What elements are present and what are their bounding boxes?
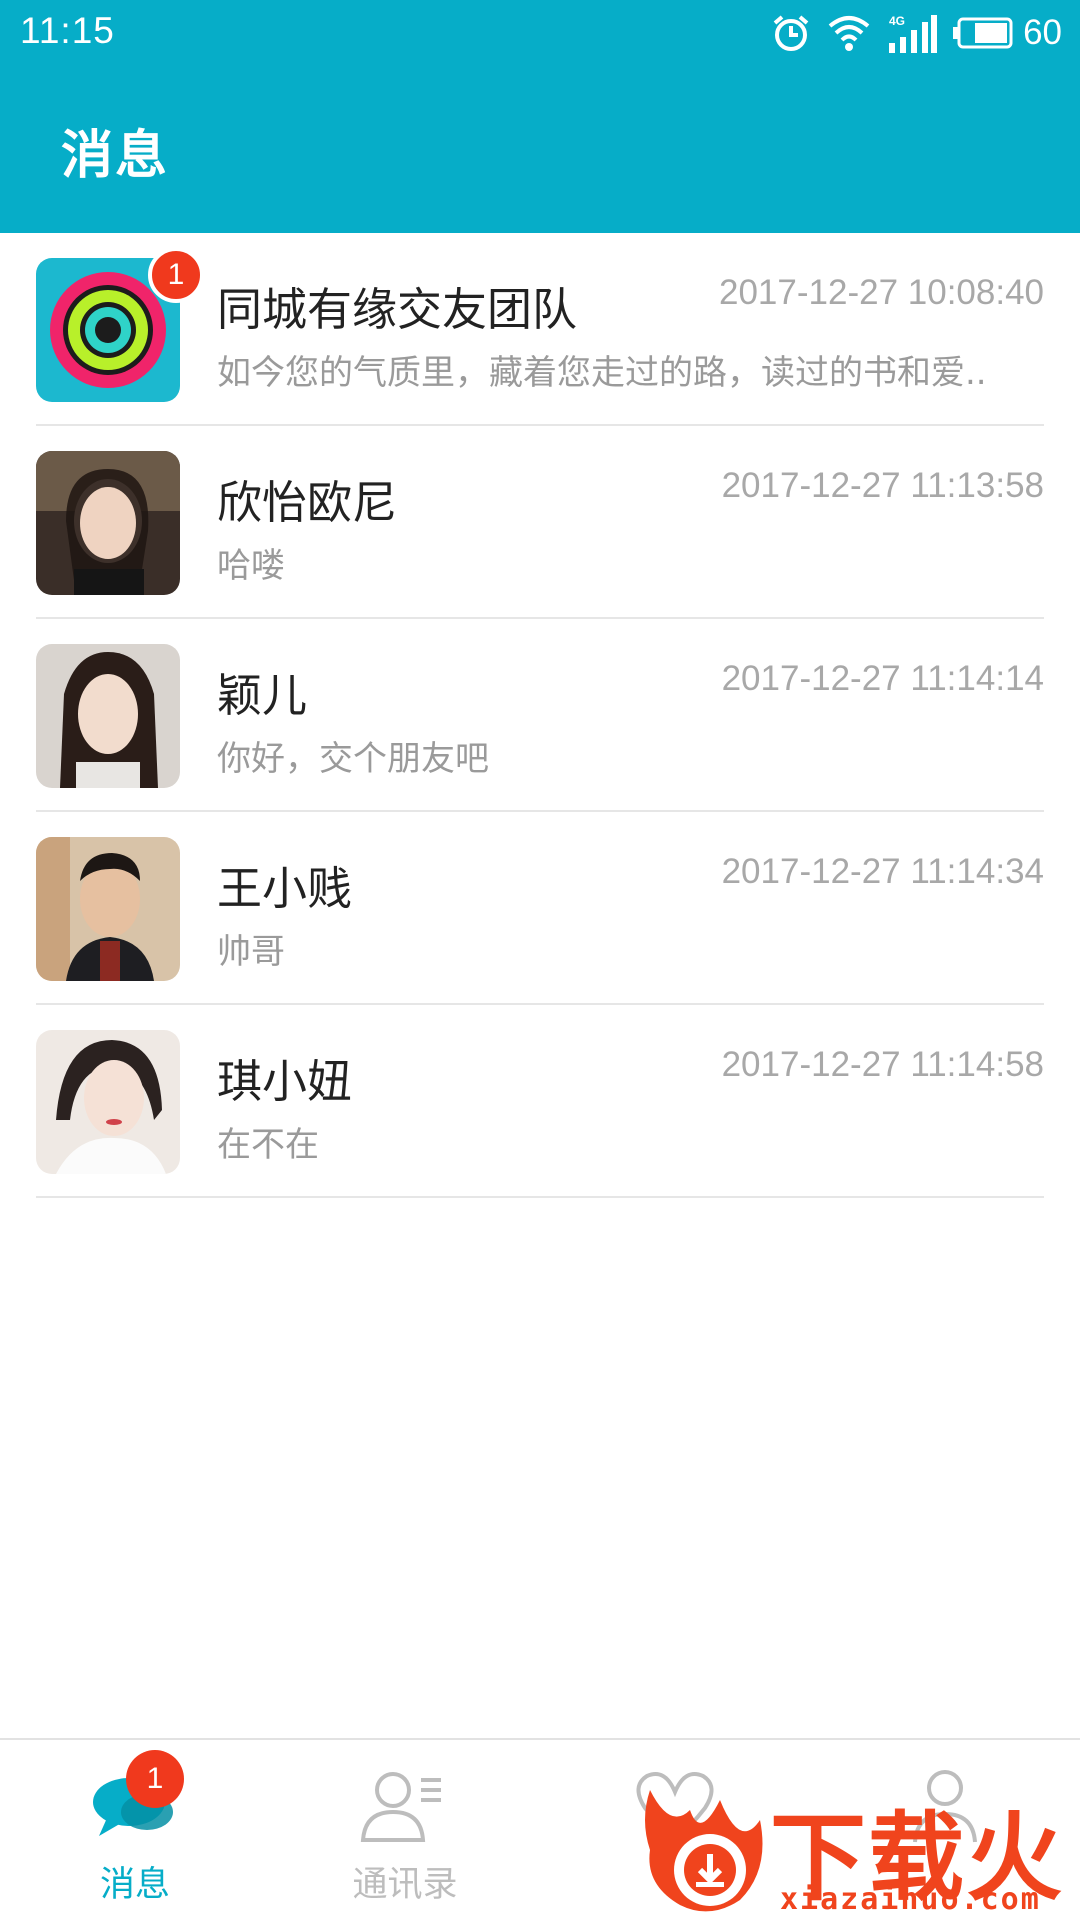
battery-icon xyxy=(953,17,1013,49)
app-header: 11:15 4G 60 消息 xyxy=(0,0,1080,233)
message-item[interactable]: 1 同城有缘交友团队 2017-12-27 10:08:40 如今您的气质里，藏… xyxy=(0,233,1080,426)
avatar[interactable] xyxy=(36,451,180,595)
message-preview: 在不在 xyxy=(217,1125,319,1165)
message-item[interactable]: 欣怡欧尼 2017-12-27 11:13:58 哈喽 xyxy=(0,426,1080,619)
contact-name: 琪小妞 xyxy=(217,1055,353,1108)
message-time: 2017-12-27 11:13:58 xyxy=(721,466,1044,505)
signal-icon: 4G xyxy=(887,13,938,53)
message-preview: 帅哥 xyxy=(217,932,285,972)
message-item[interactable]: 王小贱 2017-12-27 11:14:34 帅哥 xyxy=(0,812,1080,1005)
message-preview: 哈喽 xyxy=(217,546,285,586)
wifi-icon xyxy=(827,14,871,52)
watermark-logo: 下载火 xiazaihuo.com xyxy=(630,1770,1080,1920)
avatar[interactable] xyxy=(36,644,180,788)
message-list: 1 同城有缘交友团队 2017-12-27 10:08:40 如今您的气质里，藏… xyxy=(0,233,1080,1198)
network-type-label: 4G xyxy=(889,14,905,28)
tab-contacts[interactable]: 通讯录 xyxy=(270,1740,540,1920)
tab-label: 消息 xyxy=(99,1865,170,1905)
tab-badge: 1 xyxy=(126,1750,184,1808)
tab-label: 通讯录 xyxy=(352,1865,458,1905)
message-time: 2017-12-27 10:08:40 xyxy=(719,273,1044,312)
message-item[interactable]: 琪小妞 2017-12-27 11:14:58 在不在 xyxy=(0,1005,1080,1198)
contact-name: 颖儿 xyxy=(217,669,308,722)
watermark-url: xiazaihuo.com xyxy=(780,1882,1041,1917)
avatar[interactable] xyxy=(36,1030,180,1174)
contact-name: 欣怡欧尼 xyxy=(217,476,398,529)
flame-logo-icon xyxy=(645,1790,763,1912)
message-time: 2017-12-27 11:14:34 xyxy=(721,852,1044,891)
status-bar: 11:15 4G 60 xyxy=(0,0,1080,66)
message-time: 2017-12-27 11:14:14 xyxy=(721,659,1044,698)
contact-name: 王小贱 xyxy=(217,862,353,915)
avatar[interactable] xyxy=(36,837,180,981)
status-time: 11:15 xyxy=(20,10,115,51)
alarm-icon xyxy=(771,13,811,53)
message-preview: 如今您的气质里，藏着您走过的路，读过的书和爱.. xyxy=(217,353,987,393)
contact-name: 同城有缘交友团队 xyxy=(217,283,578,336)
message-item[interactable]: 颖儿 2017-12-27 11:14:14 你好，交个朋友吧 xyxy=(0,619,1080,812)
tab-messages[interactable]: 1 消息 xyxy=(0,1740,270,1920)
divider xyxy=(36,1196,1044,1198)
contacts-icon xyxy=(355,1762,455,1852)
status-icons: 4G 60 xyxy=(771,10,1062,56)
message-time: 2017-12-27 11:14:58 xyxy=(721,1045,1044,1084)
message-preview: 你好，交个朋友吧 xyxy=(217,739,489,779)
page-title: 消息 xyxy=(61,126,170,186)
battery-level: 60 xyxy=(1023,13,1062,52)
unread-badge: 1 xyxy=(148,247,204,303)
